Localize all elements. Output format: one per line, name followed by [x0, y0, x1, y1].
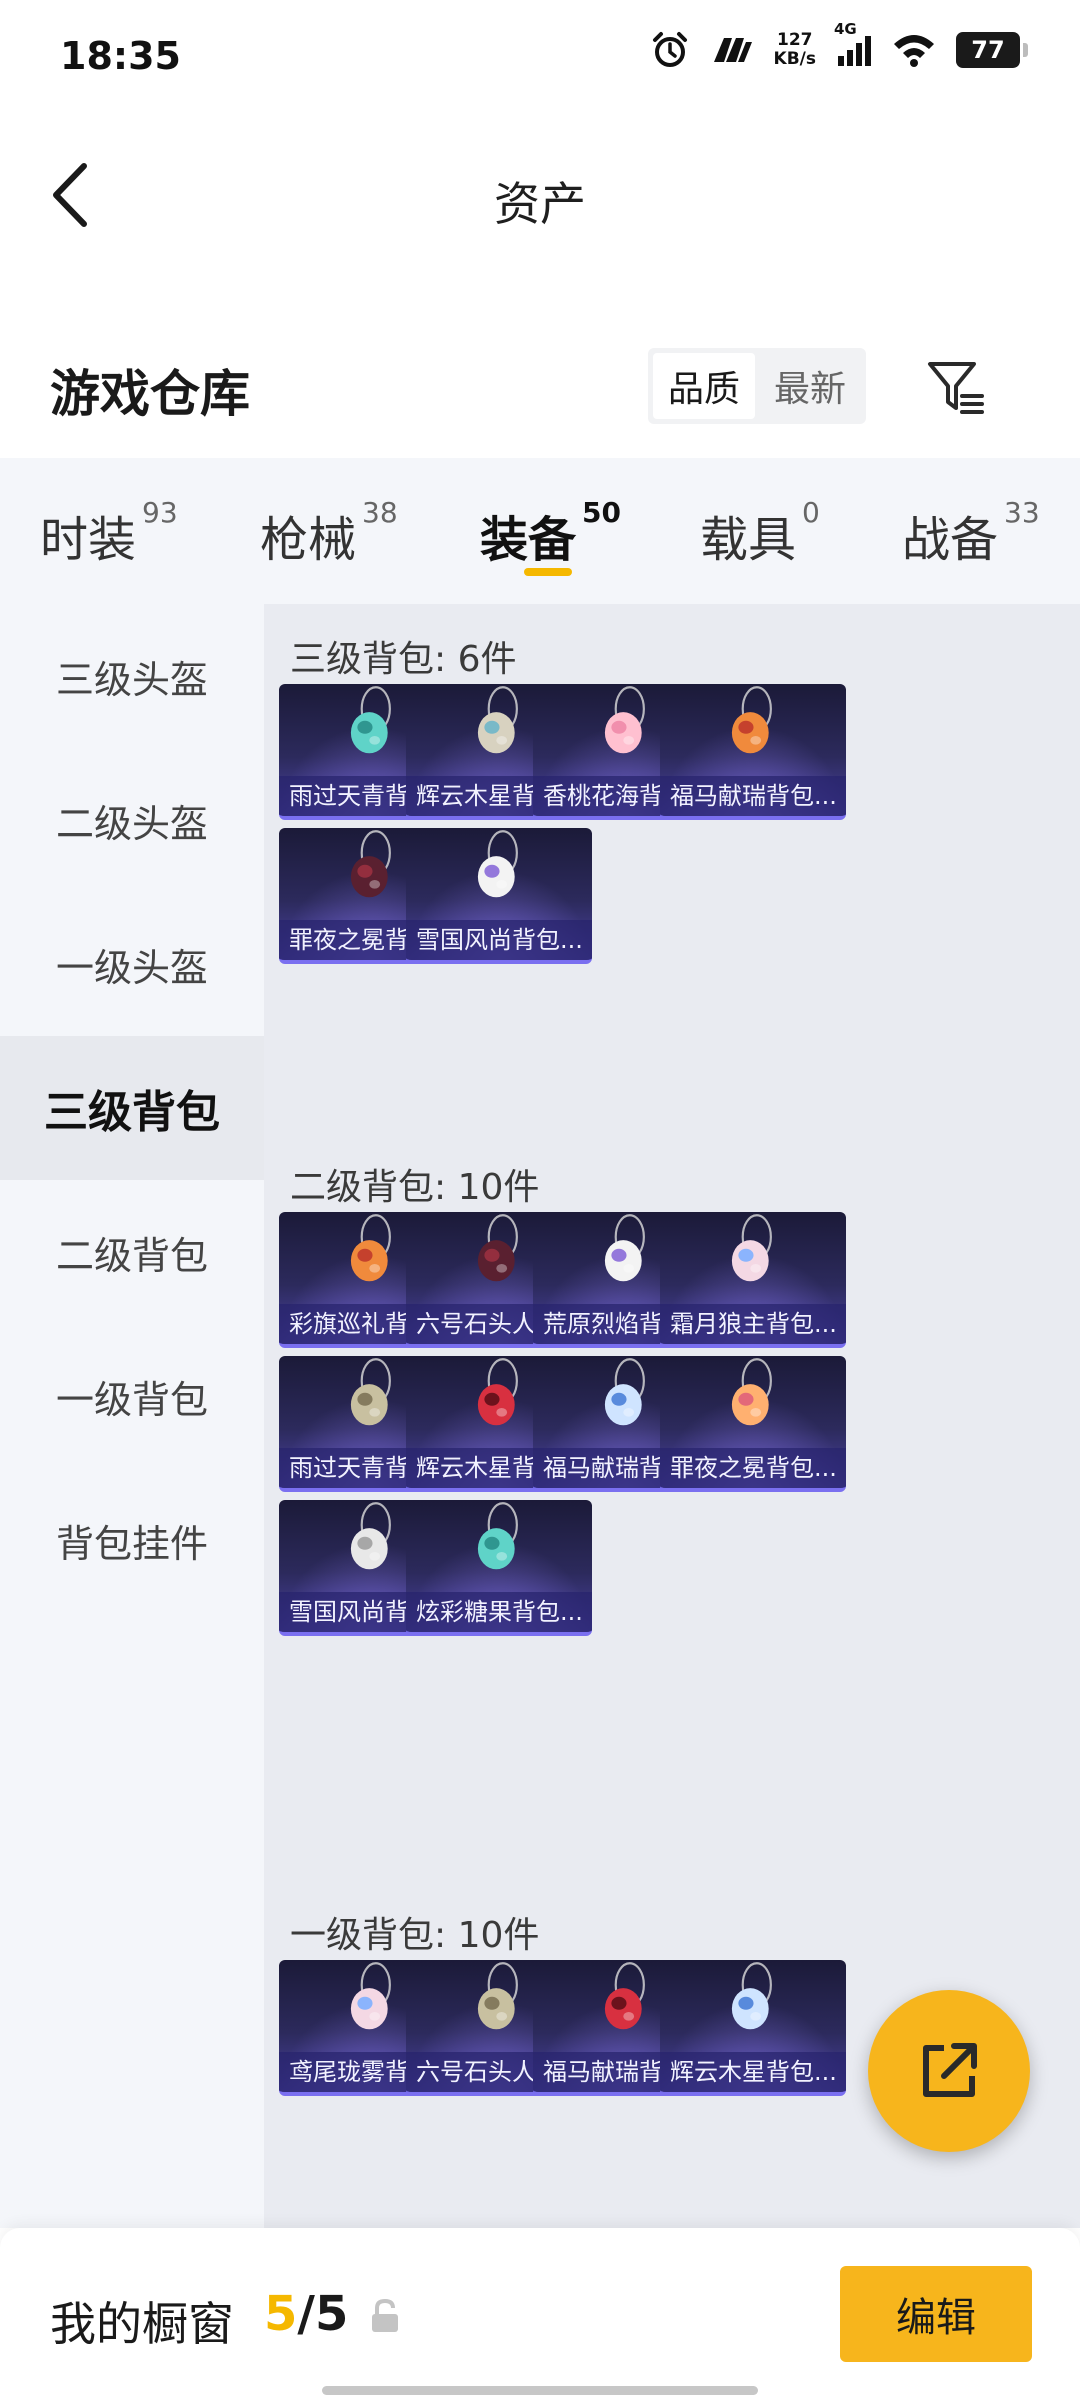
backpack-icon [731, 686, 772, 754]
network-speed: 127 KB/s [774, 31, 816, 69]
tab-guns[interactable]: 枪械 38 [260, 496, 398, 570]
tab-label: 载具 [700, 512, 797, 568]
network-speed-unit: KB/s [773, 49, 816, 69]
share-external-icon [923, 2043, 977, 2097]
showcase-bar: 我的橱窗 5/5 编辑 [0, 2228, 1080, 2400]
network-type: 4G [834, 20, 857, 38]
battery-icon: 77 [956, 32, 1028, 68]
backpack-icon [477, 1502, 518, 1570]
tab-count: 0 [802, 496, 820, 529]
subcategory-sidebar: 三级头盔 二级头盔 一级头盔 三级背包 二级背包 一级背包 背包挂件 [0, 604, 264, 2228]
sidebar-item-level3-helmet[interactable]: 三级头盔 [0, 604, 264, 748]
item-card[interactable]: 辉云木星背包... [660, 1960, 846, 2096]
item-card[interactable]: 炫彩糖果背包... [406, 1500, 592, 1636]
tab-label: 枪械 [260, 512, 357, 568]
item-card[interactable]: 福马献瑞背包... [660, 684, 846, 820]
sidebar-item-level1-backpack[interactable]: 一级背包 [0, 1324, 264, 1468]
backpack-icon [477, 830, 518, 898]
category-tabs: 时装 93 枪械 38 装备 50 载具 0 战备 33 [0, 458, 1080, 604]
app-notification-icon [710, 34, 754, 66]
showcase-total: 5 [314, 2286, 349, 2342]
item-card[interactable]: 霜月狼主背包... [660, 1212, 846, 1348]
tab-count: 93 [142, 496, 178, 529]
section-title: 一级背包: 10件 [290, 1915, 540, 1956]
assets-panel: 时装 93 枪械 38 装备 50 载具 0 战备 33 三级头盔 二级头盔 一级头盔 三… [0, 458, 1080, 2228]
home-indicator [322, 2386, 758, 2395]
item-name: 辉云木星背包... [660, 2052, 846, 2092]
tab-battle-prep[interactable]: 战备 33 [902, 496, 1040, 570]
item-grid-area: 三级背包: 6件 雨过天青背包... 辉云木星背包... 香桃花海背包... 福马献瑞… [264, 604, 1080, 2228]
showcase-count: 5/5 [264, 2286, 348, 2342]
signal-icon: 4G [834, 20, 872, 68]
tab-label: 战备 [902, 512, 999, 568]
status-time: 18:35 [60, 34, 181, 78]
sort-quality-option[interactable]: 品质 [653, 353, 755, 419]
item-name: 霜月狼主背包... [660, 1304, 846, 1344]
status-icons: 127 KB/s 4G 77 [650, 20, 1028, 70]
sidebar-item-level3-backpack[interactable]: 三级背包 [0, 1036, 264, 1180]
sidebar-item-backpack-charm[interactable]: 背包挂件 [0, 1468, 264, 1612]
wifi-icon [892, 32, 936, 68]
share-button[interactable] [868, 1990, 1030, 2152]
backpack-icon [731, 1214, 772, 1282]
tab-count: 50 [582, 496, 621, 529]
tab-equipment[interactable]: 装备 50 [480, 496, 621, 570]
section-title: 二级背包: 10件 [290, 1167, 540, 1208]
showcase-current: 5 [264, 2286, 298, 2342]
network-speed-value: 127 [777, 30, 813, 50]
filter-icon [928, 362, 984, 414]
item-card[interactable]: 雪国风尚背包... [406, 828, 592, 964]
tab-label: 装备 [480, 512, 577, 568]
item-name: 炫彩糖果背包... [406, 1592, 592, 1632]
battery-level: 77 [971, 36, 1005, 64]
item-card[interactable]: 罪夜之冕背包... [660, 1356, 846, 1492]
backpack-icon [731, 1358, 772, 1426]
sidebar-item-level2-helmet[interactable]: 二级头盔 [0, 748, 264, 892]
tab-count: 38 [362, 496, 398, 529]
lock-icon [372, 2298, 398, 2332]
top-navigation: 资产 [0, 130, 1080, 260]
status-bar: 18:35 127 KB/s 4G 77 [0, 0, 1080, 112]
item-name: 福马献瑞背包... [660, 776, 846, 816]
sort-toggle: 品质 最新 [648, 348, 866, 424]
sidebar-item-level2-backpack[interactable]: 二级背包 [0, 1180, 264, 1324]
item-name: 雪国风尚背包... [406, 920, 592, 960]
tab-vehicles[interactable]: 载具 0 [700, 496, 820, 570]
alarm-icon [650, 30, 690, 70]
sort-newest-option[interactable]: 最新 [759, 353, 861, 419]
tab-count: 33 [1004, 496, 1040, 529]
page-title: 资产 [494, 177, 586, 231]
tab-label: 时装 [40, 512, 137, 568]
active-tab-indicator [524, 568, 572, 576]
tab-fashion[interactable]: 时装 93 [40, 496, 178, 570]
section-title: 三级背包: 6件 [290, 639, 517, 680]
showcase-label: 我的橱窗 [50, 2297, 234, 2351]
filter-button[interactable] [920, 352, 992, 424]
sidebar-item-level1-helmet[interactable]: 一级头盔 [0, 892, 264, 1036]
warehouse-title: 游戏仓库 [50, 365, 250, 423]
item-name: 罪夜之冕背包... [660, 1448, 846, 1488]
showcase-separator: / [297, 2286, 315, 2342]
edit-button[interactable]: 编辑 [840, 2266, 1032, 2362]
backpack-icon [731, 1962, 772, 2030]
